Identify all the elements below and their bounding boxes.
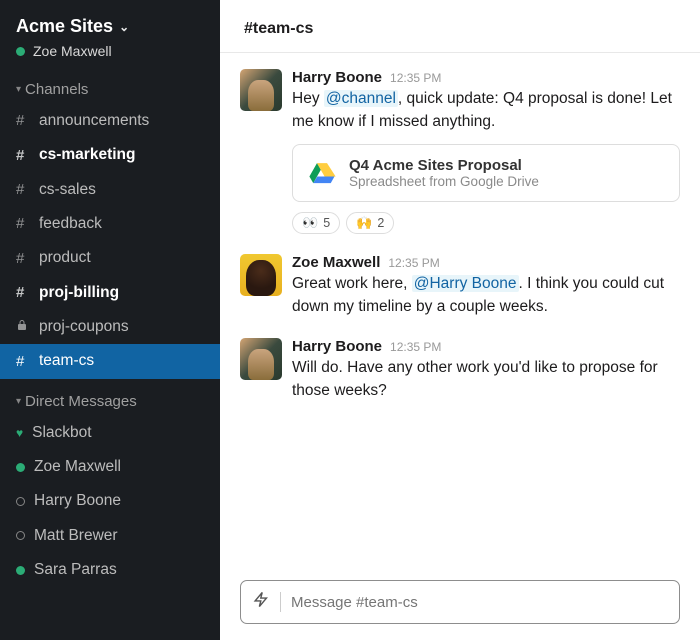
channel-label: proj-billing	[39, 280, 119, 306]
sidebar: Acme Sites ⌄ Zoe Maxwell ▾ Channels # ann…	[0, 0, 220, 640]
attachment-subtitle: Spreadsheet from Google Drive	[349, 174, 539, 189]
message: Zoe Maxwell 12:35 PM Great work here, @Har…	[240, 254, 680, 319]
file-attachment[interactable]: Q4 Acme Sites ProposalSpreadsheet from G…	[292, 144, 680, 202]
composer-divider	[280, 592, 281, 612]
dm-list: ♥ Slackbot Zoe Maxwell Harry Boone Matt Brew…	[0, 416, 220, 588]
message-header: Zoe Maxwell 12:35 PM	[292, 254, 680, 271]
reaction[interactable]: 🙌2	[346, 212, 394, 234]
channel-label: cs-sales	[39, 177, 96, 203]
channel-label: announcements	[39, 108, 149, 134]
message-body: Zoe Maxwell 12:35 PM Great work here, @Har…	[292, 254, 680, 319]
hash-icon: #	[16, 143, 30, 169]
google-drive-icon	[307, 158, 337, 188]
avatar[interactable]	[240, 254, 282, 296]
sidebar-channel-feedback[interactable]: # feedback	[0, 207, 220, 241]
message-body: Harry Boone 12:35 PM Will do. Have any oth…	[292, 338, 680, 403]
message: Harry Boone 12:35 PM Hey @channel, quick u…	[240, 69, 680, 234]
reactions: 👀5🙌2	[292, 212, 680, 234]
sidebar-channel-team-cs[interactable]: # team-cs	[0, 344, 220, 378]
sidebar-channel-cs-sales[interactable]: # cs-sales	[0, 173, 220, 207]
sidebar-dm-matt-brewer[interactable]: Matt Brewer	[0, 519, 220, 553]
channel-label: product	[39, 245, 91, 271]
message-author[interactable]: Harry Boone	[292, 338, 382, 355]
channel-label: cs-marketing	[39, 142, 135, 168]
sidebar-dm-harry-boone[interactable]: Harry Boone	[0, 484, 220, 518]
dm-label: Harry Boone	[34, 488, 121, 514]
presence-away-icon	[16, 497, 25, 506]
reaction[interactable]: 👀5	[292, 212, 340, 234]
message-header: Harry Boone 12:35 PM	[292, 338, 680, 355]
message-timestamp: 12:35 PM	[390, 340, 441, 354]
message-author[interactable]: Harry Boone	[292, 69, 382, 86]
current-user-status[interactable]: Zoe Maxwell	[16, 43, 204, 59]
avatar[interactable]	[240, 69, 282, 111]
message-timestamp: 12:35 PM	[390, 71, 441, 85]
message-text: Will do. Have any other work you'd like …	[292, 356, 680, 403]
sidebar-dm-sara-parras[interactable]: Sara Parras	[0, 553, 220, 587]
caret-down-icon: ▾	[16, 84, 21, 95]
mention[interactable]: @Harry Boone	[412, 275, 519, 292]
chevron-down-icon: ⌄	[119, 20, 129, 34]
presence-away-icon	[16, 531, 25, 540]
hash-icon: #	[16, 108, 30, 134]
sidebar-channel-proj-billing[interactable]: # proj-billing	[0, 276, 220, 310]
reaction-emoji: 👀	[302, 215, 318, 231]
mention[interactable]: @channel	[324, 90, 398, 107]
sidebar-channel-announcements[interactable]: # announcements	[0, 104, 220, 138]
message-timestamp: 12:35 PM	[388, 256, 439, 270]
message-input[interactable]	[291, 594, 667, 611]
channel-title[interactable]: #team-cs	[244, 20, 676, 38]
attachment-title: Q4 Acme Sites Proposal	[349, 157, 539, 174]
message: Harry Boone 12:35 PM Will do. Have any oth…	[240, 338, 680, 403]
dm-header-label: Direct Messages	[25, 393, 137, 410]
workspace-header: Acme Sites ⌄ Zoe Maxwell	[0, 16, 220, 67]
channels-section-header[interactable]: ▾ Channels	[0, 67, 220, 104]
channels-header-label: Channels	[25, 81, 88, 98]
caret-down-icon: ▾	[16, 396, 21, 407]
hash-icon: #	[16, 246, 30, 272]
channel-header: #team-cs	[220, 0, 700, 53]
dm-label: Zoe Maxwell	[34, 454, 121, 480]
message-composer[interactable]	[240, 580, 680, 624]
channels-list: # announcements # cs-marketing # cs-sales # fee…	[0, 104, 220, 379]
reaction-count: 2	[377, 216, 384, 230]
message-author[interactable]: Zoe Maxwell	[292, 254, 380, 271]
workspace-switcher[interactable]: Acme Sites ⌄	[16, 16, 204, 37]
sidebar-dm-slackbot[interactable]: ♥ Slackbot	[0, 416, 220, 450]
presence-active-icon	[16, 47, 25, 56]
attachment-info: Q4 Acme Sites ProposalSpreadsheet from G…	[349, 157, 539, 189]
reaction-emoji: 🙌	[356, 215, 372, 231]
dm-label: Matt Brewer	[34, 523, 118, 549]
sidebar-channel-product[interactable]: # product	[0, 241, 220, 275]
message-text: Great work here, @Harry Boone. I think y…	[292, 272, 680, 319]
hash-icon: #	[16, 211, 30, 237]
main-panel: #team-cs Harry Boone 12:35 PM Hey @channel…	[220, 0, 700, 640]
presence-active-icon	[16, 566, 25, 575]
presence-active-icon	[16, 463, 25, 472]
workspace-name-label: Acme Sites	[16, 16, 113, 37]
message-text: Hey @channel, quick update: Q4 proposal …	[292, 87, 680, 134]
dm-label: Slackbot	[32, 420, 91, 446]
dm-section-header[interactable]: ▾ Direct Messages	[0, 379, 220, 416]
shortcuts-bolt-icon[interactable]	[253, 591, 270, 613]
hash-icon: #	[16, 349, 30, 375]
hash-icon: #	[16, 280, 30, 306]
channel-label: proj-coupons	[39, 314, 129, 340]
heart-icon: ♥	[16, 423, 23, 443]
hash-icon: #	[16, 177, 30, 203]
channel-label: feedback	[39, 211, 102, 237]
dm-label: Sara Parras	[34, 557, 117, 583]
sidebar-channel-cs-marketing[interactable]: # cs-marketing	[0, 138, 220, 172]
avatar[interactable]	[240, 338, 282, 380]
message-header: Harry Boone 12:35 PM	[292, 69, 680, 86]
sidebar-channel-proj-coupons[interactable]: proj-coupons	[0, 310, 220, 344]
sidebar-dm-zoe-maxwell[interactable]: Zoe Maxwell	[0, 450, 220, 484]
reaction-count: 5	[323, 216, 330, 230]
message-body: Harry Boone 12:35 PM Hey @channel, quick u…	[292, 69, 680, 234]
lock-icon	[16, 317, 30, 337]
current-user-name: Zoe Maxwell	[33, 43, 112, 59]
channel-label: team-cs	[39, 348, 94, 374]
message-list: Harry Boone 12:35 PM Hey @channel, quick u…	[220, 53, 700, 576]
